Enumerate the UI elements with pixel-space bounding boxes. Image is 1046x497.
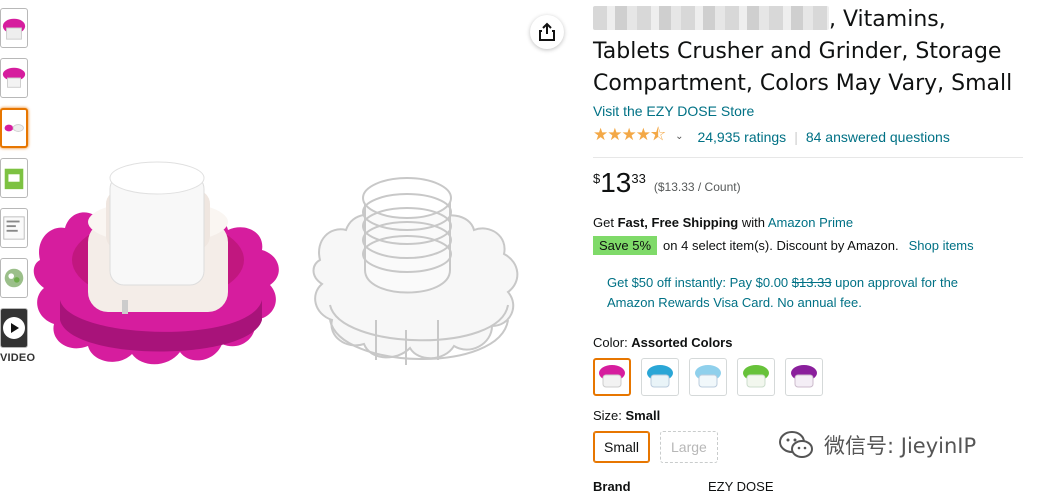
- save-text: on 4 select item(s). Discount by Amazon.: [663, 238, 899, 253]
- brand-key: Brand: [593, 479, 631, 494]
- shipping-bold: Fast, Free Shipping: [617, 215, 739, 230]
- save-badge: Save 5%: [593, 236, 658, 255]
- product-details: , Vitamins, Tablets Crusher and Grinder,…: [593, 4, 1023, 494]
- swatch-green[interactable]: [737, 358, 775, 396]
- size-label: Size: Small: [593, 408, 661, 423]
- coupon-row: Save 5% on 4 select item(s). Discount by…: [593, 236, 1023, 255]
- ratings-count-link[interactable]: 24,935 ratings: [697, 129, 786, 145]
- answered-questions-link[interactable]: 84 answered questions: [806, 129, 950, 145]
- thumbnail-4[interactable]: [0, 158, 28, 198]
- price-fraction: 33: [631, 171, 646, 186]
- product-title: , Vitamins, Tablets Crusher and Grinder,…: [593, 6, 1013, 96]
- unit-price: ($13.33 / Count): [653, 180, 741, 194]
- star-rating-icon[interactable]: ★★★★⯪: [593, 122, 666, 151]
- color-swatches: [593, 358, 1023, 396]
- swatch-teal[interactable]: [641, 358, 679, 396]
- play-icon: [3, 317, 25, 339]
- brand-row: Brand EZY DOSE: [593, 479, 1023, 494]
- thumbnail-6[interactable]: [0, 258, 28, 298]
- amazon-prime-link[interactable]: Amazon Prime: [768, 215, 853, 230]
- video-thumbnail[interactable]: [0, 308, 28, 348]
- wechat-icon: [779, 431, 813, 458]
- chevron-down-icon[interactable]: ⌄: [675, 131, 683, 142]
- price-symbol: $: [593, 171, 601, 186]
- size-small-button[interactable]: Small: [593, 431, 651, 463]
- share-icon: [539, 22, 555, 41]
- thumbnail-strip: [0, 8, 30, 348]
- pink-crusher-part: [33, 161, 279, 365]
- swatch-light-blue[interactable]: [689, 358, 727, 396]
- swatch-pink[interactable]: [593, 358, 631, 396]
- size-value: Small: [625, 408, 661, 423]
- strike-price: $13.33: [791, 275, 832, 290]
- watermark-text: 微信号: JieyinIP: [824, 434, 977, 458]
- thumbnail-3-selected[interactable]: [0, 108, 28, 148]
- thumbnail-1[interactable]: [0, 8, 28, 48]
- thumbnail-2[interactable]: [0, 58, 28, 98]
- redacted-title-start: [593, 6, 829, 30]
- separator: |: [794, 128, 798, 145]
- shipping-info: Get Fast, Free Shipping with Amazon Prim…: [593, 215, 854, 230]
- wechat-watermark: 微信号: JieyinIP: [778, 430, 976, 460]
- size-large-button[interactable]: Large: [660, 431, 718, 463]
- store-link[interactable]: Visit the EZY DOSE Store: [593, 103, 1023, 119]
- rewards-promo[interactable]: Get $50 off instantly: Pay $0.00 $13.33 …: [607, 273, 1007, 313]
- color-label: Color: Assorted Colors: [593, 335, 733, 350]
- color-value: Assorted Colors: [631, 335, 733, 350]
- swatch-purple[interactable]: [785, 358, 823, 396]
- clear-crusher-part: [312, 177, 519, 365]
- main-product-image[interactable]: [30, 130, 575, 400]
- ratings-row: ★★★★⯪ ⌄ 24,935 ratings | 84 answered que…: [593, 122, 1023, 158]
- price: $ 13 33 ($13.33 / Count): [593, 168, 1023, 198]
- brand-value: EZY DOSE: [708, 479, 774, 494]
- price-whole: 13: [600, 167, 632, 198]
- shop-items-link[interactable]: Shop items: [909, 238, 974, 253]
- thumbnail-5[interactable]: [0, 208, 28, 248]
- share-button[interactable]: [530, 15, 564, 49]
